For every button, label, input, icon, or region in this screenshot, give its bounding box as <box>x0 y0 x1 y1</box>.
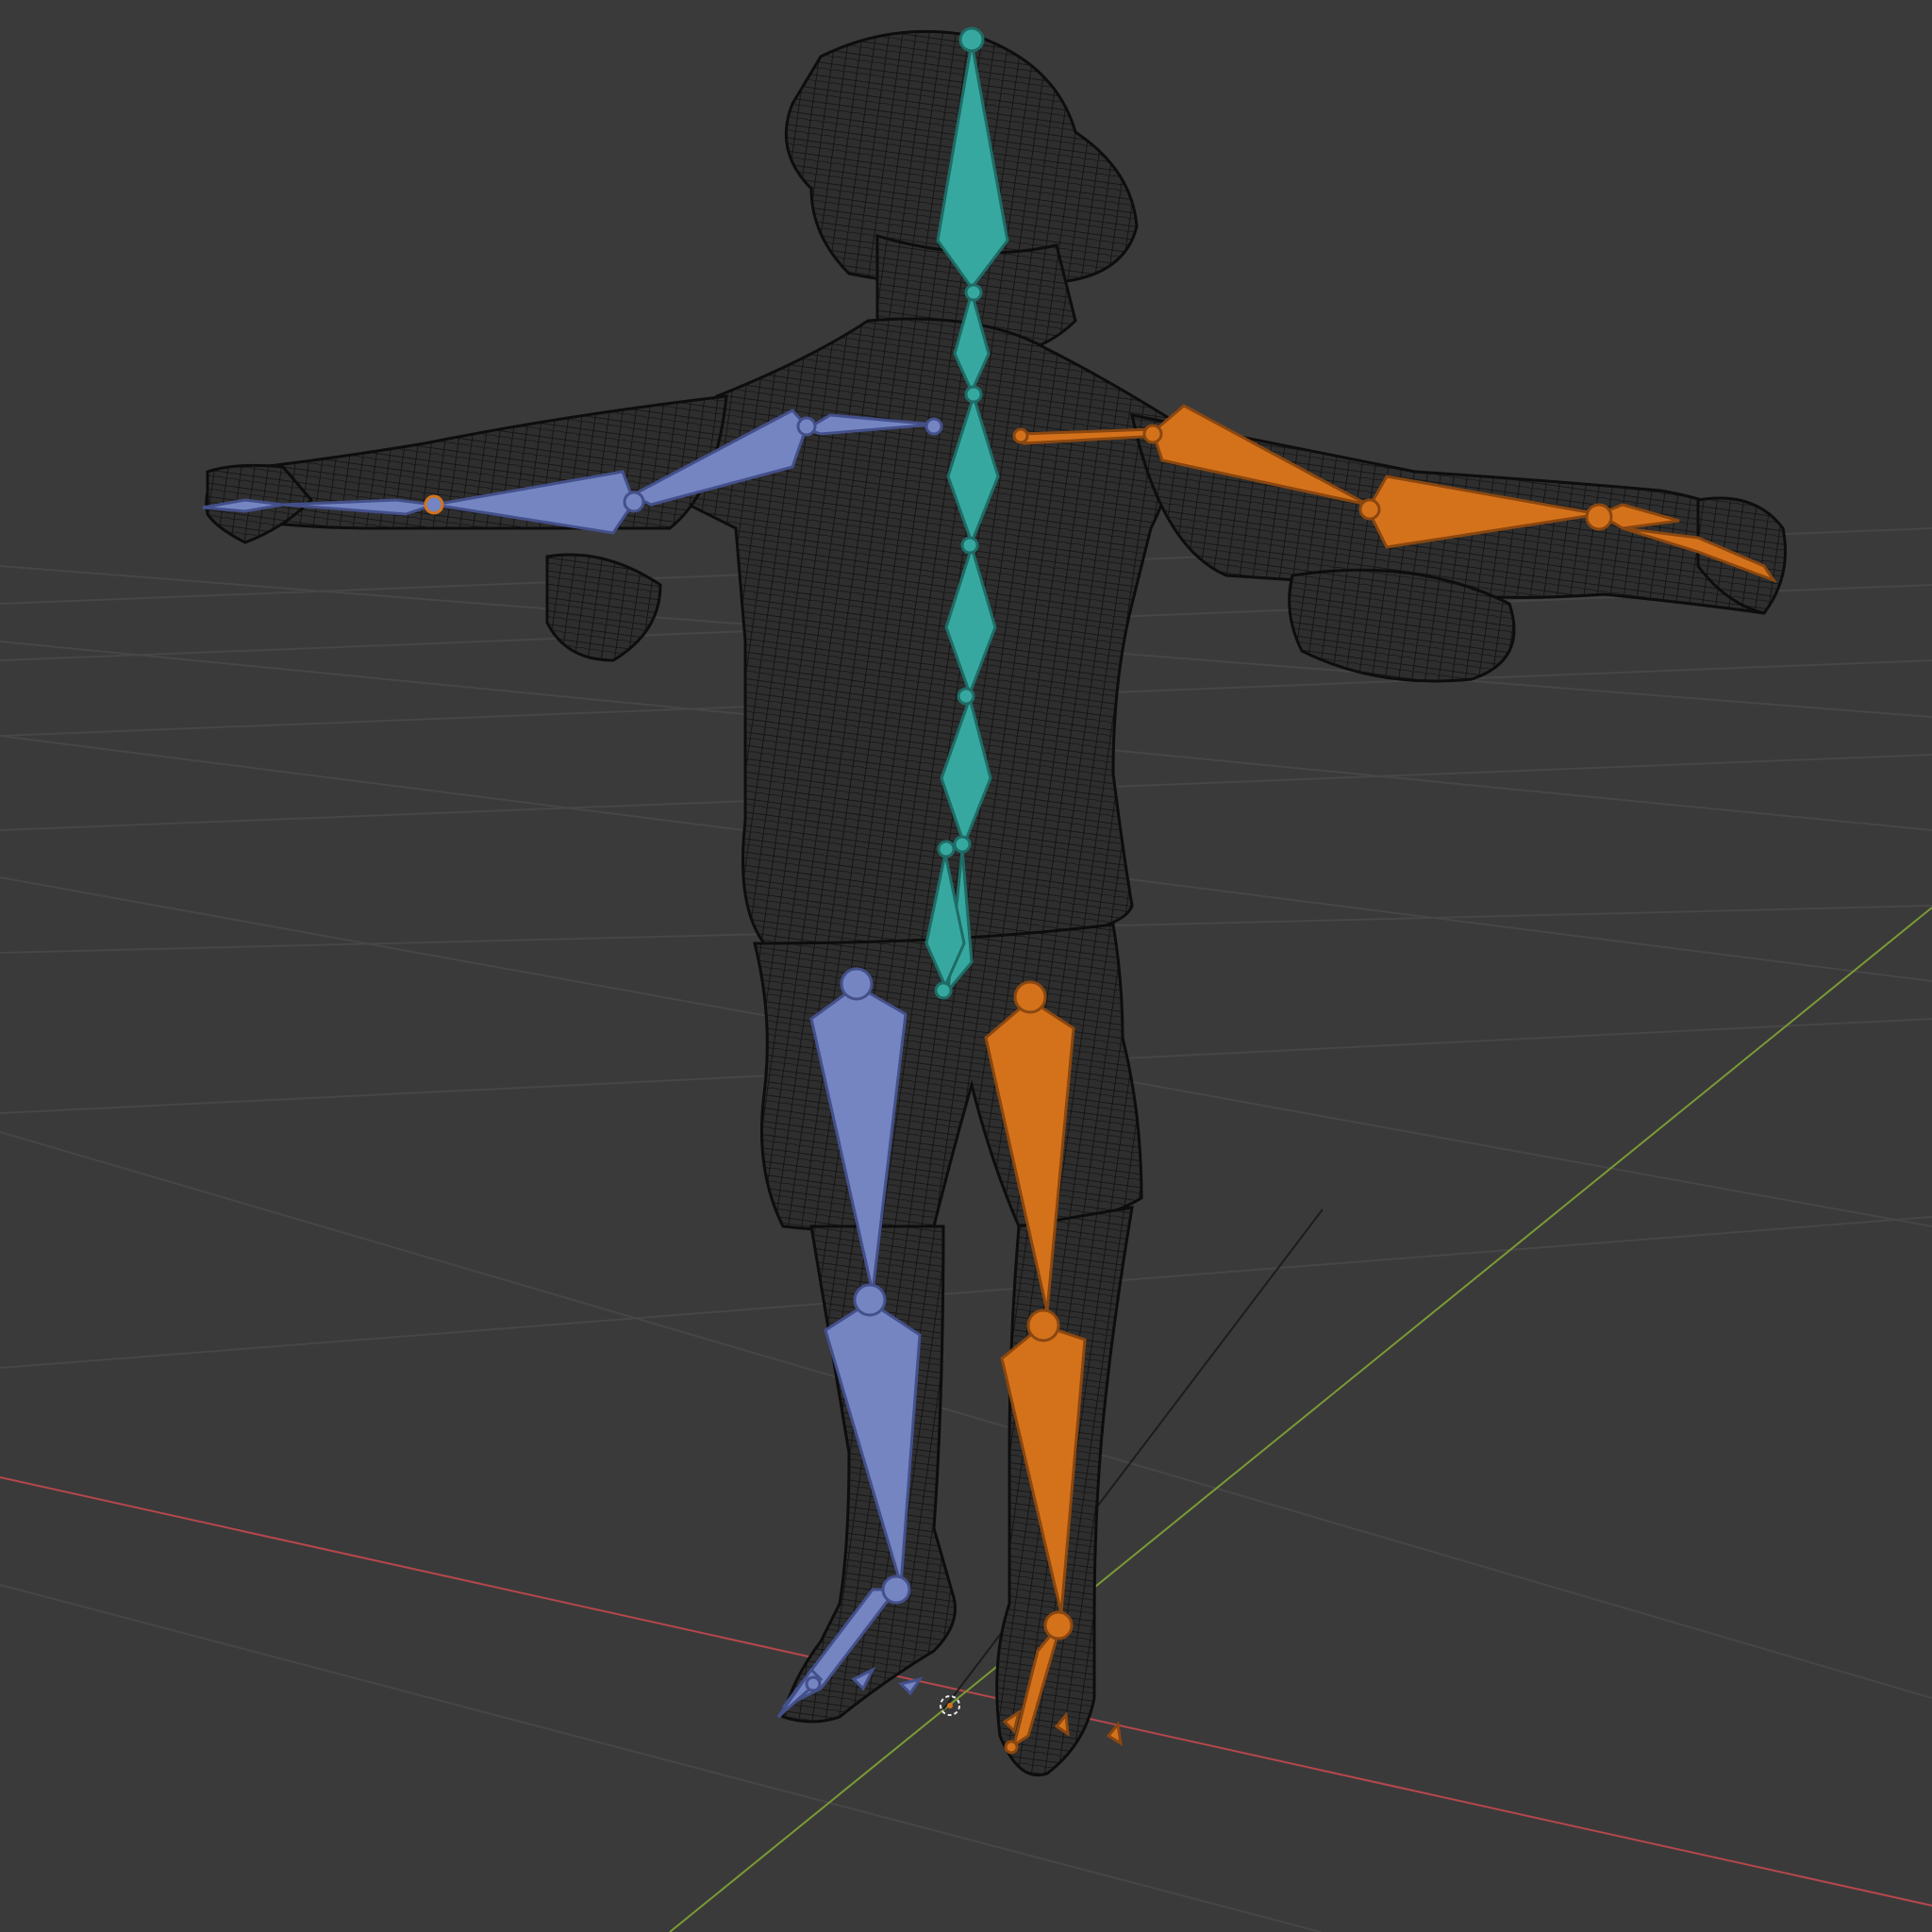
joint-head-tip[interactable] <box>958 26 985 53</box>
joint-chest-upper[interactable] <box>964 385 983 404</box>
joint-hips[interactable] <box>937 840 956 858</box>
joint-left-toe[interactable] <box>805 1675 822 1692</box>
joint-left-shoulder[interactable] <box>924 417 943 436</box>
joint-right-toe[interactable] <box>1004 1740 1019 1755</box>
joint-right-wrist[interactable] <box>1585 503 1613 531</box>
joint-left-forearm[interactable] <box>623 491 645 513</box>
joint-right-shoulder[interactable] <box>1012 427 1029 444</box>
joint-left-elbow[interactable] <box>796 416 817 437</box>
joint-left-wrist[interactable] <box>424 494 444 515</box>
joint-neck[interactable] <box>964 283 983 302</box>
joint-chest[interactable] <box>960 536 979 555</box>
joint-right-forearm[interactable] <box>1358 498 1381 521</box>
joint-left-knee[interactable] <box>853 1283 887 1317</box>
joint-left-hip[interactable] <box>840 967 874 1001</box>
joint-spine[interactable] <box>953 835 972 854</box>
joint-right-elbow[interactable] <box>1142 424 1163 444</box>
joint-right-ankle[interactable] <box>1043 1610 1074 1641</box>
joint-spine-upper[interactable] <box>957 687 975 706</box>
joint-right-knee[interactable] <box>1026 1308 1060 1342</box>
joint-hips-tail[interactable] <box>934 981 953 1000</box>
joint-left-ankle[interactable] <box>881 1574 911 1605</box>
3d-viewport[interactable] <box>0 0 1932 1932</box>
joint-right-hip[interactable] <box>1013 980 1047 1014</box>
